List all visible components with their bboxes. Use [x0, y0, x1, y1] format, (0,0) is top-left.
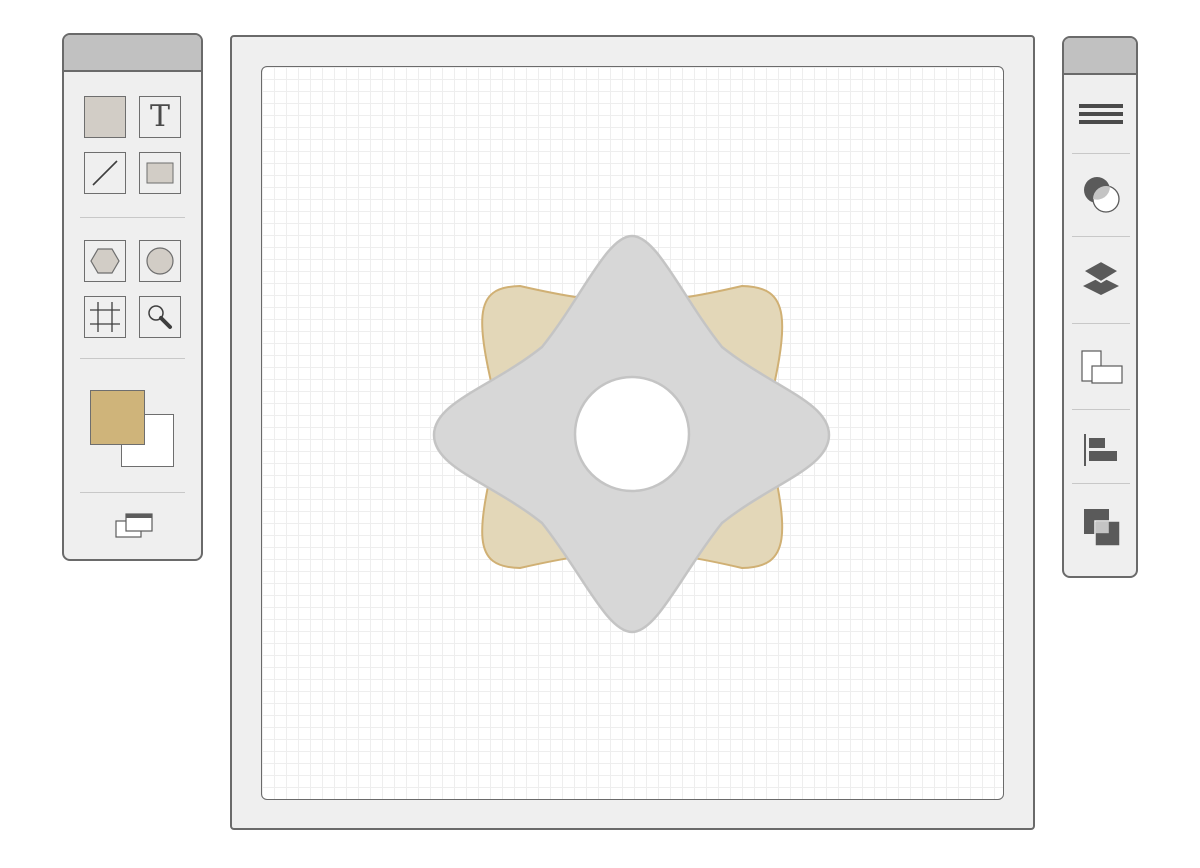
- crop-icon: [90, 302, 120, 332]
- artwork[interactable]: [262, 67, 1004, 800]
- crop-tool[interactable]: [84, 296, 126, 338]
- polygon-tool[interactable]: [84, 240, 126, 282]
- combine-button[interactable]: [1072, 500, 1130, 556]
- rectangle-icon: [146, 162, 174, 184]
- magnifier-icon: [148, 305, 172, 329]
- circle-icon: [146, 247, 174, 275]
- arrange-button[interactable]: [1072, 337, 1130, 393]
- blend-button[interactable]: [1072, 167, 1130, 223]
- menu-button[interactable]: [1072, 88, 1130, 144]
- hamburger-icon: [1079, 104, 1123, 124]
- tools-separator: [80, 217, 185, 218]
- line-tool[interactable]: [84, 152, 126, 194]
- foreground-color-swatch[interactable]: [90, 390, 145, 445]
- arrange-icon: [1081, 350, 1123, 384]
- layers-icon: [1081, 259, 1121, 295]
- line-icon: [92, 160, 118, 186]
- palette-separator: [1072, 323, 1130, 324]
- text-tool[interactable]: T: [139, 96, 181, 138]
- align-button[interactable]: [1072, 421, 1130, 477]
- palette-panel: [1062, 36, 1138, 578]
- palette-separator: [1072, 409, 1130, 410]
- layers-button[interactable]: [1072, 250, 1130, 306]
- rectangle-tool[interactable]: [139, 152, 181, 194]
- palette-separator: [1072, 483, 1130, 484]
- tools-separator: [80, 358, 185, 359]
- center-hole[interactable]: [573, 375, 691, 493]
- artboard[interactable]: [261, 66, 1004, 800]
- canvas-frame: [230, 35, 1035, 830]
- palette-panel-titlebar[interactable]: [1064, 38, 1136, 75]
- ellipse-tool[interactable]: [139, 240, 181, 282]
- tools-separator: [80, 492, 185, 493]
- zoom-tool[interactable]: [139, 296, 181, 338]
- palette-separator: [1072, 236, 1130, 237]
- tools-panel-titlebar[interactable]: [64, 35, 201, 72]
- overlap-circles-icon: [1084, 177, 1120, 213]
- combine-squares-icon: [1084, 509, 1121, 547]
- align-left-icon: [1084, 434, 1117, 466]
- fill-tool[interactable]: [84, 96, 126, 138]
- tools-panel: T: [62, 33, 203, 561]
- window-arrange-button[interactable]: [112, 509, 156, 543]
- palette-separator: [1072, 153, 1130, 154]
- hexagon-icon: [90, 248, 120, 274]
- window-arrange-icon: [115, 513, 153, 538]
- text-icon: T: [149, 99, 170, 134]
